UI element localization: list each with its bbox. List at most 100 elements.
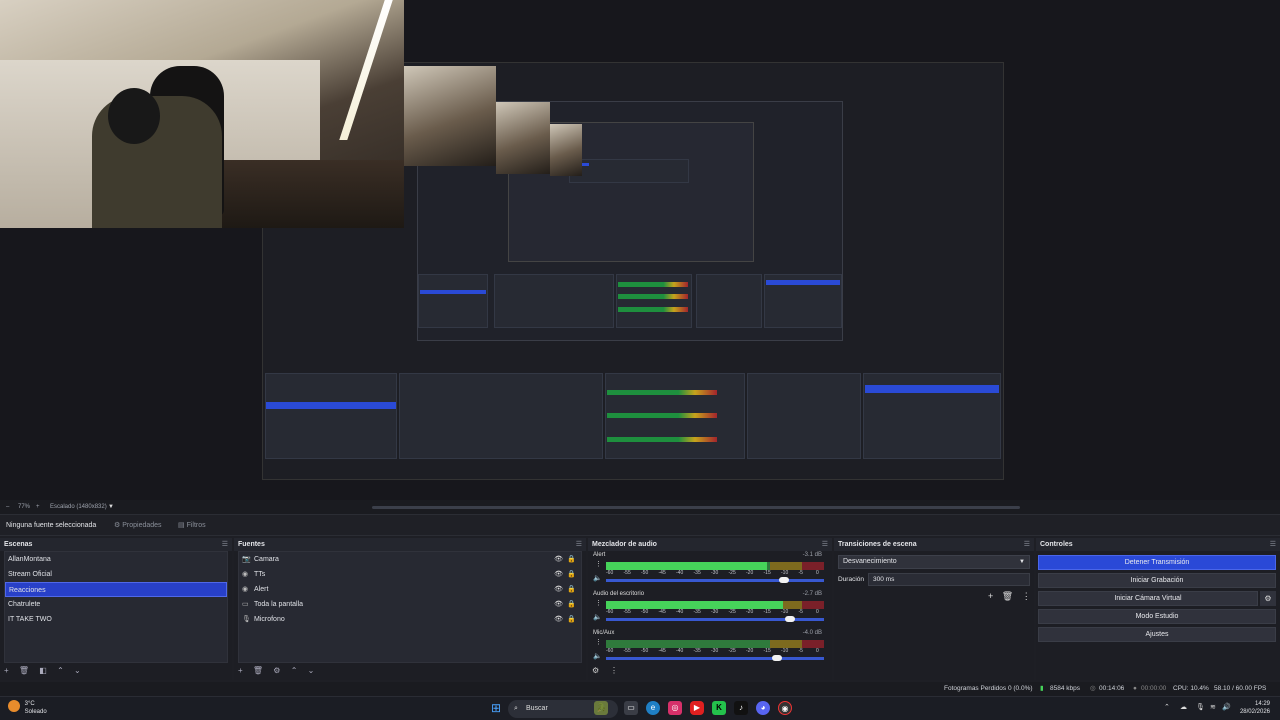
dock-menu-icon[interactable]: ☰: [1270, 538, 1276, 551]
source-item[interactable]: ▭ Toda la pantalla 👁 🔒: [239, 597, 581, 612]
search-highlight-icon: 🐊: [594, 701, 608, 715]
add-source-button[interactable]: +: [238, 666, 243, 675]
lock-icon[interactable]: 🔒: [567, 597, 576, 612]
move-down-icon[interactable]: ⌄: [74, 666, 81, 675]
advanced-audio-icon[interactable]: ⚙: [592, 666, 599, 675]
dock-menu-icon[interactable]: ☰: [822, 538, 828, 551]
scenes-list: AllanMontana Stream Oficial Reacciones Chat…: [4, 551, 228, 663]
mixer-menu-icon[interactable]: ⋮: [610, 666, 618, 675]
scaling-dropdown-icon[interactable]: ▼: [108, 500, 114, 514]
lock-icon[interactable]: 🔒: [567, 582, 576, 597]
studio-mode-button[interactable]: Modo Estudio: [1038, 609, 1276, 624]
lock-icon[interactable]: 🔒: [567, 612, 576, 627]
discord-icon[interactable]: ◕: [756, 701, 770, 715]
source-item[interactable]: 📷 Camara 👁 🔒: [239, 552, 581, 567]
kick-icon[interactable]: K: [712, 701, 726, 715]
source-item[interactable]: ◉ Alert 👁 🔒: [239, 582, 581, 597]
tick-label: -10: [781, 570, 789, 576]
tray-mic-icon[interactable]: 🎙: [1196, 703, 1205, 711]
preview-canvas[interactable]: [0, 0, 1280, 500]
source-item[interactable]: ◉ TTs 👁 🔒: [239, 567, 581, 582]
stop-stream-button[interactable]: Detener Transmisión: [1038, 555, 1276, 570]
volume-slider[interactable]: [606, 616, 824, 622]
scene-item[interactable]: Chatrulete: [5, 597, 227, 612]
channel-db: -4.0 dB: [802, 630, 822, 636]
move-up-icon[interactable]: ⌃: [57, 666, 64, 675]
system-clock[interactable]: 14:29 28/02/2026: [1240, 700, 1270, 716]
speaker-icon[interactable]: 🔈: [593, 574, 602, 582]
chevron-down-icon: ▼: [1019, 559, 1025, 565]
weather-desc: Soleado: [24, 709, 47, 715]
instagram-icon[interactable]: ◎: [668, 701, 682, 715]
speaker-icon[interactable]: 🔈: [593, 652, 602, 660]
start-virtual-camera-button[interactable]: Iniciar Cámara Virtual: [1038, 591, 1258, 606]
stream-icon: ◎: [1090, 685, 1096, 692]
tray-chevron-up-icon[interactable]: ⌃: [1164, 703, 1170, 711]
move-up-icon[interactable]: ⌃: [291, 666, 298, 675]
wifi-icon[interactable]: ≋: [1210, 703, 1216, 711]
preview-scrollbar[interactable]: [372, 506, 1020, 509]
visibility-eye-icon[interactable]: 👁: [554, 552, 563, 567]
scene-item[interactable]: IT TAKE TWO: [5, 612, 227, 627]
remove-source-icon[interactable]: 🗑: [253, 666, 263, 675]
windows-start-icon[interactable]: ⊞: [489, 701, 503, 715]
tick-label: -15: [763, 570, 771, 576]
duration-field[interactable]: 300 ms: [868, 573, 1030, 586]
echo-frame: [404, 66, 496, 166]
youtube-icon[interactable]: ▶: [690, 701, 704, 715]
settings-button[interactable]: Ajustes: [1038, 627, 1276, 642]
add-transition-button[interactable]: +: [988, 591, 993, 601]
transition-select[interactable]: Desvanecimiento ▼: [838, 555, 1030, 569]
move-down-icon[interactable]: ⌄: [308, 666, 315, 675]
lock-icon[interactable]: 🔒: [567, 552, 576, 567]
volume-knob[interactable]: [778, 577, 789, 583]
add-scene-button[interactable]: +: [4, 666, 9, 675]
volume-icon[interactable]: 🔊: [1222, 703, 1231, 711]
channel-menu-icon[interactable]: ⋮: [595, 560, 602, 568]
dock-menu-icon[interactable]: ☰: [222, 538, 228, 551]
tick-label: -50: [641, 609, 649, 615]
volume-knob[interactable]: [772, 655, 783, 661]
scene-filters-icon[interactable]: ◧: [39, 666, 47, 675]
channel-menu-icon[interactable]: ⋮: [595, 638, 602, 646]
source-settings-icon[interactable]: ⚙: [273, 666, 280, 675]
edge-icon[interactable]: e: [646, 701, 660, 715]
scene-item[interactable]: Stream Oficial: [5, 567, 227, 582]
start-recording-button[interactable]: Iniciar Grabación: [1038, 573, 1276, 588]
obs-taskbar-icon[interactable]: ◉: [778, 701, 792, 715]
visibility-eye-icon[interactable]: 👁: [554, 582, 563, 597]
tick-label: -25: [728, 570, 736, 576]
lock-icon[interactable]: 🔒: [567, 567, 576, 582]
remove-scene-icon[interactable]: 🗑: [19, 666, 29, 675]
remove-transition-icon[interactable]: 🗑: [1002, 591, 1013, 601]
speaker-icon[interactable]: 🔈: [593, 613, 602, 621]
scene-item[interactable]: AllanMontana: [5, 552, 227, 567]
tick-label: -15: [763, 648, 771, 654]
zoom-out-button[interactable]: –: [6, 500, 9, 514]
visibility-eye-icon[interactable]: 👁: [554, 597, 563, 612]
volume-knob[interactable]: [784, 616, 795, 622]
camera-icon: 📷: [242, 556, 251, 563]
transitions-title: Transiciones de escena: [838, 541, 917, 548]
virtual-camera-settings-icon[interactable]: ⚙: [1260, 591, 1276, 606]
transition-menu-icon[interactable]: ⋮: [1022, 591, 1031, 601]
tray-cloud-icon[interactable]: ☁: [1180, 703, 1187, 711]
visibility-eye-icon[interactable]: 👁: [554, 612, 563, 627]
volume-slider[interactable]: [606, 655, 824, 661]
microphone-icon: 🎙: [242, 616, 251, 623]
channel-menu-icon[interactable]: ⋮: [595, 599, 602, 607]
dock-menu-icon[interactable]: ☰: [576, 538, 582, 551]
filters-button[interactable]: ▤ Filtros: [178, 515, 206, 537]
zoom-in-button[interactable]: +: [36, 500, 40, 514]
weather-widget[interactable]: 3°C Soleado: [8, 700, 47, 716]
source-item[interactable]: 🎙 Microfono 👁 🔒: [239, 612, 581, 627]
properties-button[interactable]: ⚙ Propiedades: [114, 515, 162, 537]
visibility-eye-icon[interactable]: 👁: [554, 567, 563, 582]
volume-slider[interactable]: [606, 577, 824, 583]
dock-menu-icon[interactable]: ☰: [1024, 538, 1030, 551]
tick-label: -15: [763, 609, 771, 615]
sources-toolbar: + 🗑 ⚙ ⌃ ⌄: [238, 666, 322, 676]
scene-item[interactable]: Reacciones: [5, 582, 227, 597]
tiktok-icon[interactable]: ♪: [734, 701, 748, 715]
task-view-icon[interactable]: ▭: [624, 701, 638, 715]
